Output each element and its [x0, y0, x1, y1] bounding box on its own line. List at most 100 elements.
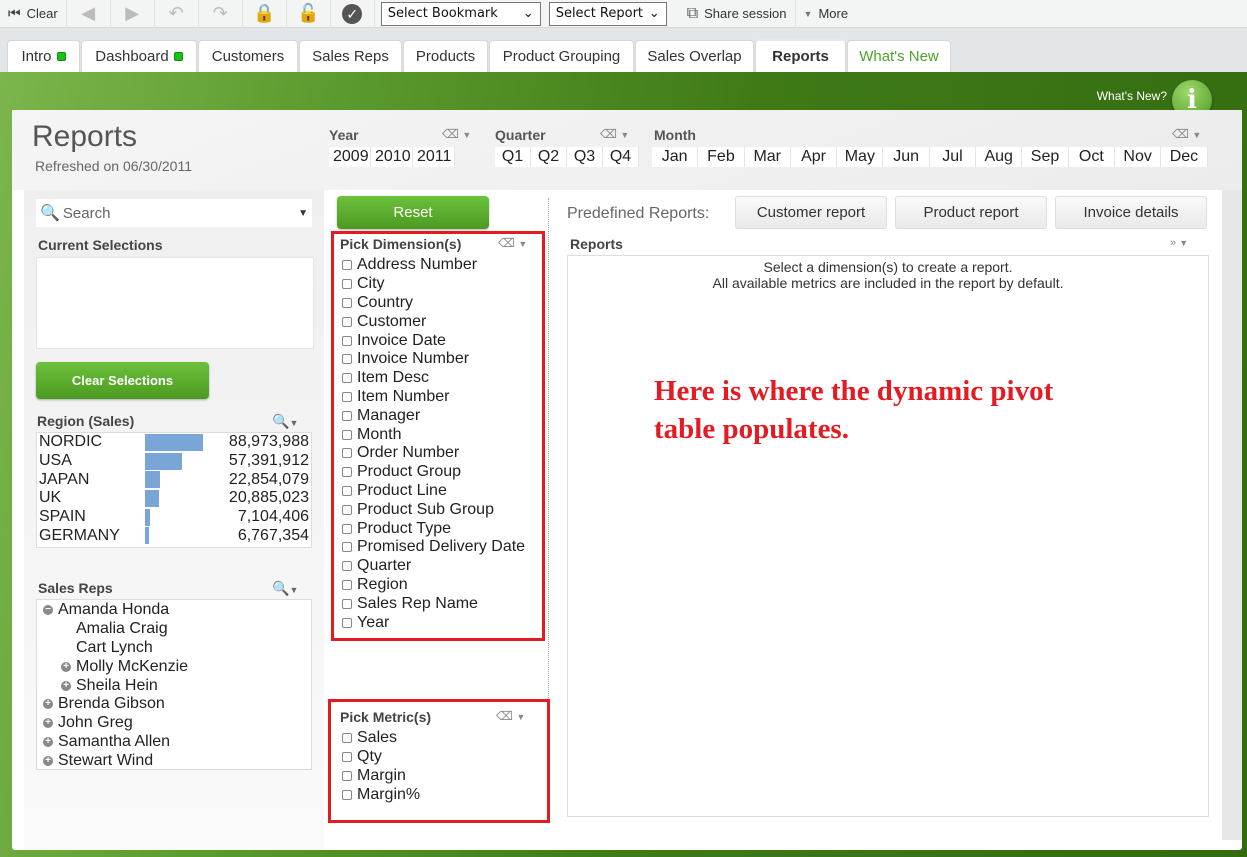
- checkbox[interactable]: [342, 617, 352, 628]
- checkbox[interactable]: [342, 789, 352, 800]
- month-filter-clear[interactable]: ⌫ ▼: [1172, 127, 1201, 141]
- region-row[interactable]: NORDIC 88,973,988: [37, 433, 311, 452]
- tab-product-grouping[interactable]: Product Grouping: [489, 40, 634, 72]
- region-row[interactable]: GERMANY 6,767,354: [37, 526, 311, 545]
- checkbox[interactable]: [342, 335, 352, 346]
- checkbox[interactable]: [342, 598, 352, 609]
- dimension-item[interactable]: Order Number: [342, 444, 534, 463]
- quarter-filter-clear[interactable]: ⌫ ▼: [600, 127, 629, 141]
- filter-value-quarter[interactable]: Q4: [603, 147, 639, 167]
- report-select[interactable]: Select Report ⌄: [548, 1, 667, 26]
- clear-button[interactable]: ⏮ Clear: [0, 0, 67, 28]
- dimension-item[interactable]: Month: [342, 425, 534, 444]
- checkbox[interactable]: [342, 733, 352, 744]
- bookmark-select[interactable]: Select Bookmark ⌄: [380, 1, 541, 26]
- forward-button[interactable]: ▶: [111, 0, 155, 28]
- dimension-item[interactable]: Product Type: [342, 519, 534, 538]
- filter-value-quarter[interactable]: Q1: [495, 147, 531, 167]
- filter-value-year[interactable]: 2009: [329, 147, 371, 167]
- dimension-item[interactable]: Year: [342, 613, 534, 632]
- dimension-item[interactable]: Product Sub Group: [342, 500, 534, 519]
- checkbox[interactable]: [342, 391, 352, 402]
- confirm-button[interactable]: ✓: [331, 0, 375, 28]
- metric-item[interactable]: Margin%: [342, 785, 534, 804]
- filter-value-year[interactable]: 2011: [413, 147, 455, 167]
- filter-value-month[interactable]: Nov: [1115, 147, 1162, 167]
- expand-icon[interactable]: +: [43, 699, 53, 710]
- sales-rep-item[interactable]: + Sheila Hein: [37, 676, 311, 695]
- dimension-item[interactable]: Quarter: [342, 557, 534, 576]
- more-button[interactable]: ▼ More: [796, 0, 857, 28]
- expand-icon[interactable]: +: [43, 736, 53, 747]
- lock-button[interactable]: 🔒: [243, 0, 287, 28]
- filter-value-month[interactable]: Jul: [930, 147, 977, 167]
- sales-rep-item[interactable]: + Samantha Allen: [37, 733, 311, 752]
- checkbox[interactable]: [342, 561, 352, 572]
- dimension-item[interactable]: Item Desc: [342, 369, 534, 388]
- dimension-item[interactable]: Item Number: [342, 388, 534, 407]
- filter-value-year[interactable]: 2010: [371, 147, 413, 167]
- dimension-item[interactable]: Invoice Date: [342, 331, 534, 350]
- checkbox[interactable]: [342, 579, 352, 590]
- unlock-button[interactable]: 🔓: [287, 0, 331, 28]
- checkbox[interactable]: [342, 354, 352, 365]
- checkbox[interactable]: [342, 429, 352, 440]
- dimension-item[interactable]: Address Number: [342, 256, 534, 275]
- reports-menu[interactable]: » ▼: [1170, 237, 1188, 249]
- invoice-details-button[interactable]: Invoice details: [1055, 196, 1207, 229]
- expand-icon[interactable]: +: [43, 718, 53, 729]
- dimension-item[interactable]: Region: [342, 576, 534, 595]
- sales-rep-item[interactable]: + Stewart Wind: [37, 751, 311, 770]
- checkbox[interactable]: [342, 297, 352, 308]
- checkbox[interactable]: [342, 770, 352, 781]
- tab-customers[interactable]: Customers: [198, 40, 298, 72]
- checkbox[interactable]: [342, 523, 352, 534]
- checkbox[interactable]: [342, 542, 352, 553]
- year-filter-clear[interactable]: ⌫ ▼: [442, 127, 471, 141]
- undo-button[interactable]: ↶: [155, 0, 199, 28]
- search-input[interactable]: 🔍 Search ▼: [36, 199, 312, 227]
- dimension-item[interactable]: Manager: [342, 406, 534, 425]
- region-row[interactable]: JAPAN 22,854,079: [37, 470, 311, 489]
- metric-item[interactable]: Qty: [342, 748, 534, 767]
- filter-value-month[interactable]: Aug: [976, 147, 1023, 167]
- checkbox[interactable]: [342, 373, 352, 384]
- metrics-clear[interactable]: ⌫ ▼: [496, 709, 525, 723]
- checkbox[interactable]: [342, 260, 352, 271]
- back-button[interactable]: ◀: [67, 0, 111, 28]
- dimension-item[interactable]: City: [342, 275, 534, 294]
- filter-value-month[interactable]: Oct: [1069, 147, 1115, 167]
- filter-value-month[interactable]: Jun: [883, 147, 930, 167]
- filter-value-quarter[interactable]: Q2: [531, 147, 567, 167]
- sales-rep-item[interactable]: + Brenda Gibson: [37, 695, 311, 714]
- expand-icon[interactable]: +: [61, 680, 71, 691]
- tab-dashboard[interactable]: Dashboard: [81, 40, 197, 72]
- checkbox[interactable]: [342, 485, 352, 496]
- checkbox[interactable]: [342, 504, 352, 515]
- filter-value-month[interactable]: Feb: [698, 147, 745, 167]
- checkbox[interactable]: [342, 410, 352, 421]
- filter-value-month[interactable]: May: [837, 147, 884, 167]
- filter-value-month[interactable]: Mar: [745, 147, 791, 167]
- checkbox[interactable]: [342, 467, 352, 478]
- filter-value-month[interactable]: Dec: [1161, 147, 1208, 167]
- dimension-item[interactable]: Product Line: [342, 482, 534, 501]
- region-row[interactable]: USA 57,391,912: [37, 452, 311, 471]
- metric-item[interactable]: Sales: [342, 729, 534, 748]
- share-session-button[interactable]: ⧉ Share session: [673, 0, 796, 28]
- dimension-item[interactable]: Product Group: [342, 463, 534, 482]
- tab-products[interactable]: Products: [403, 40, 488, 72]
- dimensions-clear[interactable]: ⌫ ▼: [498, 236, 527, 250]
- tab-sales-reps[interactable]: Sales Reps: [299, 40, 402, 72]
- tab-intro[interactable]: Intro: [7, 40, 80, 72]
- product-report-button[interactable]: Product report: [895, 196, 1047, 229]
- dimension-item[interactable]: Country: [342, 294, 534, 313]
- expand-icon[interactable]: +: [43, 755, 53, 766]
- checkbox[interactable]: [342, 448, 352, 459]
- filter-value-quarter[interactable]: Q3: [567, 147, 603, 167]
- clear-selections-button[interactable]: Clear Selections: [36, 362, 209, 399]
- dimension-item[interactable]: Sales Rep Name: [342, 594, 534, 613]
- reset-button[interactable]: Reset: [337, 196, 489, 229]
- metric-item[interactable]: Margin: [342, 767, 534, 786]
- checkbox[interactable]: [342, 279, 352, 290]
